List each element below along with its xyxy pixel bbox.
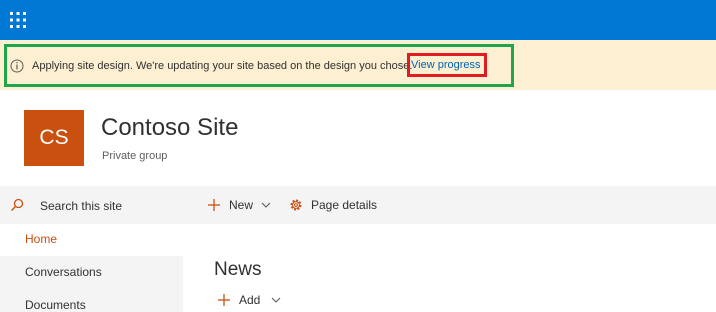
nav-item-label: Documents	[25, 298, 86, 312]
new-button-label: New	[229, 198, 254, 212]
nav-item-conversations[interactable]: Conversations	[0, 257, 183, 289]
nav-item-label: Conversations	[25, 265, 102, 279]
plus-icon	[218, 294, 230, 306]
nav-item-label: Home	[25, 232, 58, 246]
search-box[interactable]: Search this site	[0, 186, 183, 224]
chevron-down-icon	[271, 297, 281, 303]
add-button-label: Add	[239, 293, 261, 307]
view-progress-link[interactable]: View progress	[407, 53, 487, 77]
search-icon	[11, 198, 24, 211]
notice-message: Applying site design. We're updating you…	[32, 60, 413, 72]
nav-item-home[interactable]: Home	[0, 224, 183, 256]
plus-icon	[208, 199, 220, 211]
site-logo[interactable]: CS	[24, 110, 84, 166]
news-heading: News	[214, 259, 262, 280]
waffle-icon[interactable]	[9, 11, 27, 29]
site-subtitle: Private group	[102, 150, 168, 162]
page-details-button[interactable]: Page details	[287, 193, 387, 217]
suite-bar	[0, 0, 716, 40]
search-input[interactable]: Search this site	[40, 199, 122, 213]
gear-icon	[290, 199, 302, 211]
page-details-label: Page details	[311, 198, 378, 212]
chevron-down-icon	[261, 202, 271, 208]
add-news-button[interactable]: Add	[216, 289, 286, 311]
info-icon	[10, 59, 24, 73]
new-button[interactable]: New	[205, 193, 277, 217]
nav-item-documents[interactable]: Documents	[0, 290, 183, 312]
site-title[interactable]: Contoso Site	[101, 114, 238, 142]
